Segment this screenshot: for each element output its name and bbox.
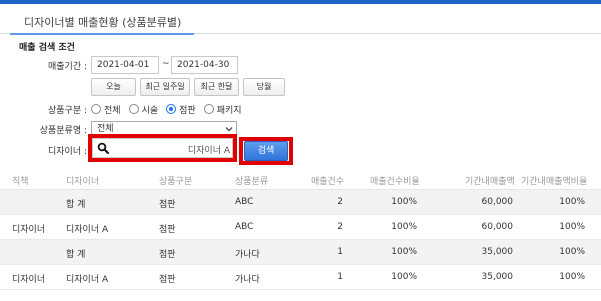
last-week-button[interactable]: 최근 일주일	[140, 78, 190, 96]
radio-treatment[interactable]: 시술	[128, 103, 159, 116]
radio-label: 패키지	[216, 105, 242, 116]
section-title: 매출 검색 조건	[19, 43, 75, 53]
cell-category: ABC	[235, 222, 254, 232]
table-row-subtotal[interactable]: 합 계 점판 가나다 1 100% 35,000 100%	[0, 240, 601, 265]
cell-category: 가나다	[235, 250, 260, 260]
search-conditions-panel: 매출 검색 조건 매출기간 : 2021-04-01 ~ 2021-04-30 …	[0, 35, 601, 165]
cell-product-type: 점판	[159, 200, 176, 210]
header-designer[interactable]: 디자이너	[66, 174, 99, 187]
search-icon	[97, 142, 109, 154]
table-row[interactable]: 디자이너 디자이너 A 점판 가나다 1 100% 35,000 100%	[0, 265, 601, 290]
cell-category: ABC	[235, 197, 254, 207]
cell-amount-ratio: 100%	[559, 247, 585, 257]
date-to-input[interactable]: 2021-04-30	[171, 56, 238, 74]
header-count-ratio[interactable]: 매출건수비율	[370, 174, 420, 187]
cell-designer: 합 계	[66, 200, 86, 210]
table-header: 직책 디자이너 상품구분 상품분류 매출건수 매출건수비율 기간내매출액 기간내…	[0, 168, 601, 190]
period-label: 매출기간 :	[47, 62, 87, 72]
cell-product-type: 점판	[159, 225, 176, 235]
cell-count: 2	[337, 222, 343, 232]
radio-circle[interactable]	[91, 104, 101, 114]
chevron-down-icon	[225, 127, 233, 132]
header-sales-ratio[interactable]: 기간내매출액비율	[521, 174, 587, 187]
radio-circle-checked[interactable]	[166, 104, 177, 114]
cell-amount-ratio: 100%	[559, 222, 585, 232]
cell-position: 디자이너	[12, 275, 46, 285]
radio-package[interactable]: 패키지	[203, 103, 242, 116]
radio-label: 시술	[141, 105, 159, 116]
cell-count-ratio: 100%	[391, 222, 417, 232]
today-button[interactable]: 오늘	[91, 78, 136, 96]
cell-amount-ratio: 100%	[559, 197, 585, 207]
cell-amount: 60,000	[481, 197, 514, 207]
cell-count-ratio: 100%	[391, 272, 417, 282]
cell-product-type: 점판	[159, 275, 176, 285]
cell-count: 1	[337, 247, 343, 257]
header-sales-count[interactable]: 매출건수	[311, 174, 344, 187]
category-label: 상품분류명 :	[39, 126, 87, 136]
cell-count: 2	[337, 197, 343, 207]
cell-count-ratio: 100%	[391, 247, 417, 257]
radio-label: 전체	[104, 105, 121, 116]
header-position[interactable]: 직책	[12, 174, 29, 187]
table-row-subtotal[interactable]: 합 계 점판 ABC 2 100% 60,000 100%	[0, 190, 601, 215]
this-month-button[interactable]: 당월	[243, 78, 285, 96]
date-range-tilde: ~	[162, 59, 170, 69]
header-category[interactable]: 상품분류	[235, 174, 268, 187]
cell-amount: 35,000	[481, 272, 514, 282]
radio-label: 점판	[179, 105, 196, 116]
last-month-button[interactable]: 최근 한달	[194, 78, 239, 96]
cell-product-type: 점판	[159, 250, 176, 260]
cell-amount: 60,000	[481, 222, 514, 232]
tab-row: 디자이너별 매출현황 (상품분류별)	[0, 4, 601, 35]
radio-all[interactable]: 전체	[91, 103, 121, 116]
category-value: 전체	[97, 124, 114, 134]
table-row[interactable]: 디자이너 디자이너 A 점판 ABC 2 100% 60,000 100%	[0, 215, 601, 240]
date-from-input[interactable]: 2021-04-01	[91, 56, 159, 74]
designer-label: 디자이너 :	[47, 147, 87, 157]
designer-search-input[interactable]: 디자이너 A	[92, 138, 233, 158]
search-button[interactable]: 검색	[244, 141, 288, 161]
header-product-type[interactable]: 상품구분	[159, 174, 192, 187]
radio-retail[interactable]: 점판	[166, 103, 196, 116]
cell-count-ratio: 100%	[391, 197, 417, 207]
radio-circle[interactable]	[203, 104, 214, 114]
tab-designer-sales[interactable]: 디자이너별 매출현황 (상품분류별)	[10, 10, 194, 35]
cell-position: 디자이너	[12, 225, 46, 235]
designer-value: 디자이너 A	[187, 146, 230, 156]
radio-circle[interactable]	[128, 104, 139, 114]
cell-amount: 35,000	[481, 247, 514, 257]
cell-designer: 디자이너 A	[66, 225, 109, 235]
product-type-label: 상품구분 :	[47, 106, 87, 116]
cell-category: 가나다	[235, 275, 260, 285]
cell-count: 1	[337, 272, 343, 282]
cell-designer: 합 계	[66, 250, 86, 260]
header-period-sales[interactable]: 기간내매출액	[465, 174, 515, 187]
cell-amount-ratio: 100%	[559, 272, 585, 282]
product-type-radio-group: 전체 시술 점판 패키지	[91, 102, 250, 116]
cell-designer: 디자이너 A	[66, 275, 109, 285]
